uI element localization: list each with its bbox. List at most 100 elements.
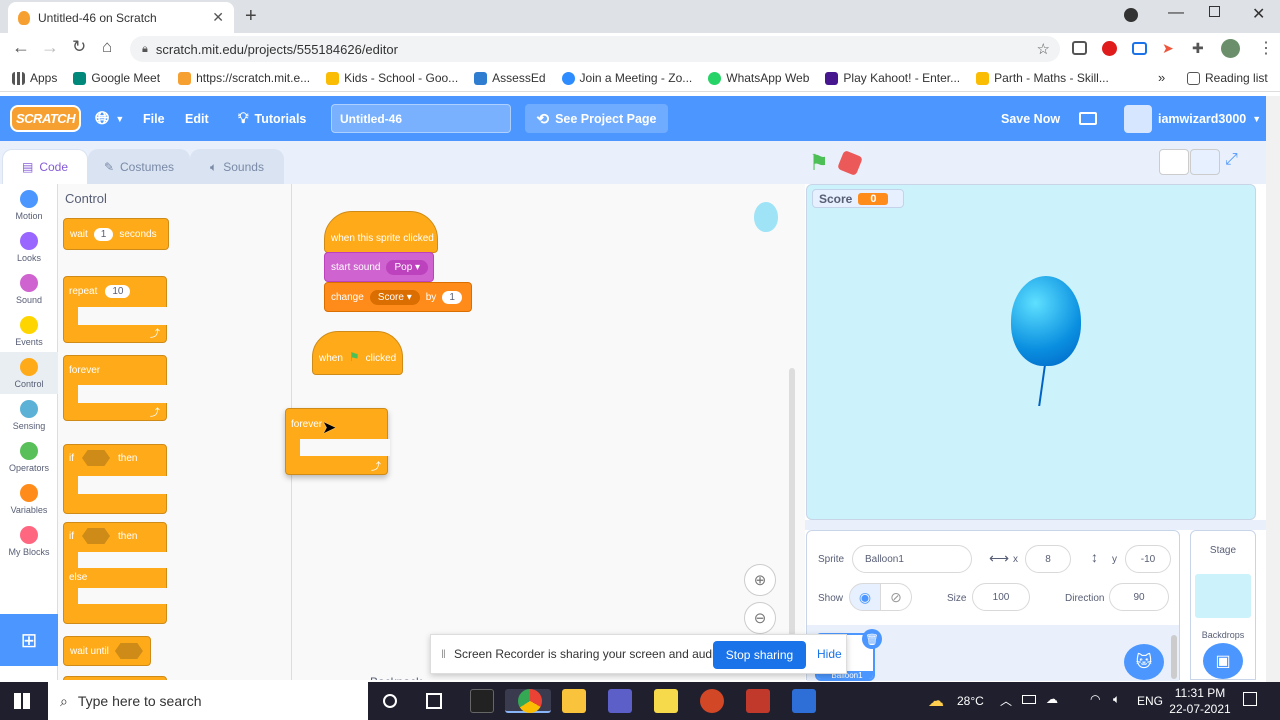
sticky-notes-icon[interactable] <box>654 689 678 713</box>
category-sound[interactable]: Sound <box>0 268 58 310</box>
sprite-name-input[interactable]: Balloon1 <box>852 545 972 573</box>
save-now-button[interactable]: Save Now <box>1001 96 1060 141</box>
hide-button[interactable]: Hide <box>817 647 842 661</box>
delete-sprite-icon[interactable]: 🗑︎ <box>862 629 882 649</box>
zoom-out-button[interactable]: ⊖ <box>744 602 776 634</box>
bookmark-star-icon[interactable]: ☆ <box>1037 40 1050 58</box>
stop-icon[interactable] <box>836 149 864 177</box>
zoom-in-button[interactable]: ⊕ <box>744 564 776 596</box>
fullscreen-icon[interactable]: ⤢ <box>1225 151 1238 169</box>
category-operators[interactable]: Operators <box>0 436 58 478</box>
block-repeat-until-partial[interactable] <box>63 676 167 680</box>
condition-slot[interactable] <box>114 643 143 659</box>
bookmark-zoom[interactable]: Join a Meeting - Zo... <box>561 71 692 85</box>
script-scrollbar[interactable] <box>789 368 795 638</box>
close-window-icon[interactable]: ✕ <box>1252 4 1265 24</box>
tutorials-button[interactable]: 💡︎ Tutorials <box>238 96 306 141</box>
windows-start-icon[interactable] <box>14 693 30 709</box>
size-input[interactable]: 100 <box>972 583 1030 611</box>
new-tab-icon[interactable]: + <box>245 5 257 28</box>
restore-icon[interactable] <box>1209 6 1220 17</box>
block-start-sound[interactable]: start sound Pop ▾ <box>324 252 434 282</box>
screen-recorder-icon[interactable] <box>792 689 816 713</box>
tab-search-icon[interactable] <box>1124 8 1138 22</box>
bookmark-apps[interactable]: Apps <box>12 71 57 85</box>
variable-dropdown[interactable]: Score ▾ <box>369 289 420 305</box>
add-sprite-button[interactable]: 🐱︎ <box>1124 644 1164 680</box>
network-icon[interactable]: ◠ <box>1090 692 1100 706</box>
script-area[interactable]: when this sprite clicked start sound Pop … <box>285 184 805 680</box>
add-backdrop-button[interactable]: ▣ <box>1203 643 1243 679</box>
edit-menu[interactable]: Edit <box>185 96 209 141</box>
small-stage-button[interactable] <box>1159 149 1189 175</box>
stage-canvas[interactable] <box>806 184 1256 520</box>
extension-red-icon[interactable]: ➤ <box>1162 40 1174 57</box>
onedrive-icon[interactable]: ☁ <box>1046 692 1058 706</box>
bookmark-kids-school[interactable]: Kids - School - Goo... <box>326 71 458 85</box>
block-when-sprite-clicked[interactable]: when this sprite clicked <box>324 211 438 253</box>
teams-icon[interactable] <box>608 689 632 713</box>
block-change-variable[interactable]: change Score ▾ by 1 <box>324 282 472 312</box>
terminal-app-icon[interactable] <box>470 689 494 713</box>
clock-date[interactable]: 22-07-2021 <box>1168 702 1232 716</box>
bookmark-parth-maths[interactable]: Parth - Maths - Skill... <box>976 71 1109 85</box>
condition-slot[interactable] <box>82 450 110 466</box>
minimize-icon[interactable]: — <box>1168 4 1184 22</box>
clock-time[interactable]: 11:31 PM <box>1172 686 1228 700</box>
show-hidden-eye-icon[interactable]: ⊘ <box>880 583 912 611</box>
category-variables[interactable]: Variables <box>0 478 58 520</box>
tab-sounds[interactable]: 🔈︎ Sounds <box>190 149 284 184</box>
backpack-label[interactable]: Backpack <box>370 675 422 680</box>
bookmark-assessed[interactable]: AssessEd <box>474 71 546 85</box>
category-my-blocks[interactable]: My Blocks <box>0 520 58 562</box>
bookmark-whatsapp[interactable]: WhatsApp Web <box>708 71 809 85</box>
extension-blue-icon[interactable] <box>1132 42 1147 55</box>
my-stuff-folder-icon[interactable] <box>1079 96 1097 141</box>
block-wait-until[interactable]: wait until <box>63 636 151 666</box>
wait-seconds-input[interactable]: 1 <box>93 227 114 241</box>
backdrop-thumbnail[interactable] <box>1195 574 1251 618</box>
cortana-icon[interactable] <box>383 694 397 708</box>
browser-menu-icon[interactable]: ⋮ <box>1258 38 1274 58</box>
forward-icon[interactable]: → <box>41 37 59 58</box>
repeat-count-input[interactable]: 10 <box>105 285 131 298</box>
language-menu[interactable]: 🌐︎ ▼ <box>95 96 124 141</box>
category-events[interactable]: Events <box>0 310 58 352</box>
stage-selector-panel[interactable]: Stage Backdrops ▣ <box>1190 530 1256 680</box>
balloon-sprite[interactable] <box>1011 276 1081 366</box>
app-icon[interactable] <box>746 689 770 713</box>
category-motion[interactable]: Motion <box>0 184 58 226</box>
pocket-icon[interactable] <box>1072 41 1087 55</box>
file-explorer-icon[interactable] <box>562 689 586 713</box>
bookmark-kahoot[interactable]: Play Kahoot! - Enter... <box>825 71 960 85</box>
project-title-input[interactable]: Untitled-46 <box>331 104 511 133</box>
add-extension-button[interactable]: ⊞ <box>0 614 58 666</box>
score-monitor[interactable]: Score 0 <box>812 189 904 208</box>
sound-dropdown[interactable]: Pop ▾ <box>386 259 429 275</box>
condition-slot[interactable] <box>82 528 110 544</box>
language-indicator[interactable]: ENG <box>1137 694 1163 708</box>
tray-chevron-icon[interactable]: ︿ <box>1000 692 1012 709</box>
extensions-puzzle-icon[interactable]: ✚ <box>1192 40 1204 57</box>
reading-list[interactable]: Reading list <box>1187 71 1268 85</box>
category-control[interactable]: Control <box>0 352 58 394</box>
category-sensing[interactable]: Sensing <box>0 394 58 436</box>
taskbar-search-input[interactable]: ⌕ Type here to search <box>48 682 368 720</box>
change-by-input[interactable]: 1 <box>442 290 462 304</box>
stop-sharing-button[interactable]: Stop sharing <box>713 641 806 669</box>
profile-avatar[interactable] <box>1221 39 1240 58</box>
opera-extension-icon[interactable] <box>1102 41 1117 56</box>
y-input[interactable]: -10 <box>1125 545 1171 573</box>
address-bar[interactable]: 🔒︎ scratch.mit.edu/projects/555184626/ed… <box>130 36 1060 62</box>
battery-icon[interactable] <box>1022 695 1036 704</box>
block-palette[interactable]: Control wait 1 seconds repeat 10 ⤴ forever … <box>58 184 292 680</box>
show-visible-eye-icon[interactable]: ◉ <box>849 583 881 611</box>
large-stage-button[interactable] <box>1190 149 1220 175</box>
weather-icon[interactable]: ☁ <box>928 691 944 711</box>
block-wait[interactable]: wait 1 seconds <box>63 218 169 250</box>
green-flag-icon[interactable]: ⚑ <box>809 150 829 176</box>
scratch-logo[interactable]: SCRATCH <box>10 96 82 141</box>
direction-input[interactable]: 90 <box>1109 583 1169 611</box>
page-scrollbar[interactable] <box>1266 96 1280 682</box>
tab-costumes[interactable]: ✎ Costumes <box>88 149 190 184</box>
